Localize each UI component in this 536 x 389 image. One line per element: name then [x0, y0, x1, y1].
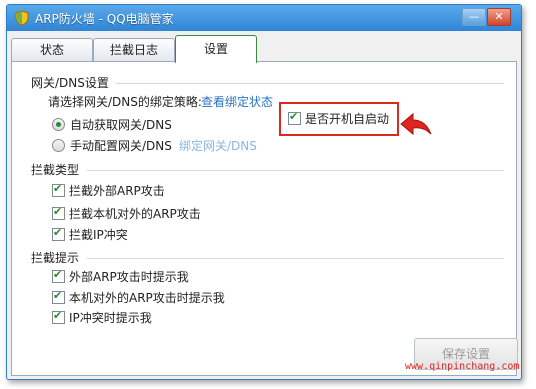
checkbox-autostart-label: 是否开机自启动: [305, 112, 390, 126]
radio-manual-gateway-label: 手动配置网关/DNS: [70, 139, 172, 153]
close-button[interactable]: ✕: [487, 8, 511, 26]
title-bar: ARP防火墙 - QQ电脑管家 — ✕: [7, 5, 521, 31]
checkbox-block-ip-conflict-label: 拦截IP冲突: [69, 228, 128, 242]
intercept-heading: 拦截类型: [31, 163, 80, 177]
notify-heading: 拦截提示: [31, 251, 80, 265]
view-binding-status-link[interactable]: 查看绑定状态: [201, 93, 273, 110]
checkbox-autostart[interactable]: [288, 110, 301, 125]
gateway-heading: 网关/DNS设置: [31, 76, 109, 90]
radio-auto-gateway[interactable]: [52, 118, 65, 131]
checkbox-notify-outgoing-arp-label: 本机对外的ARP攻击时提示我: [69, 291, 225, 305]
checkbox-block-outgoing-arp[interactable]: [52, 205, 65, 220]
checkbox-block-external-arp-label: 拦截外部ARP攻击: [69, 184, 165, 198]
app-window: ARP防火墙 - QQ电脑管家 — ✕ 状态 拦截日志 设置 网关/DNS设置 …: [6, 4, 522, 380]
checkbox-block-ip-conflict[interactable]: [52, 226, 65, 241]
window-title: ARP防火墙 - QQ电脑管家: [35, 12, 174, 26]
checkbox-block-outgoing-arp-label: 拦截本机对外的ARP攻击: [69, 207, 201, 221]
red-arrow-icon: [400, 112, 432, 136]
radio-auto-gateway-label: 自动获取网关/DNS: [70, 118, 172, 132]
tab-intercept-log[interactable]: 拦截日志: [93, 38, 175, 61]
checkbox-notify-outgoing-arp[interactable]: [52, 289, 65, 304]
checkbox-notify-ip-conflict[interactable]: [52, 309, 65, 324]
bind-gateway-link[interactable]: 绑定网关/DNS: [179, 137, 257, 154]
checkbox-notify-ip-conflict-label: IP冲突时提示我: [69, 311, 152, 325]
tab-status[interactable]: 状态: [11, 38, 93, 61]
radio-manual-gateway[interactable]: [52, 139, 65, 152]
tab-bar: 状态 拦截日志 设置: [7, 35, 521, 63]
gateway-prompt: 请选择网关/DNS的绑定策略:: [48, 95, 202, 109]
checkbox-notify-external-arp[interactable]: [52, 268, 65, 283]
divider: [87, 170, 504, 171]
shield-icon: [15, 10, 29, 26]
settings-panel: 网关/DNS设置 请选择网关/DNS的绑定策略: 查看绑定状态 自动获取网关/D…: [11, 61, 517, 376]
checkbox-block-external-arp[interactable]: [52, 182, 65, 197]
divider: [116, 83, 504, 84]
watermark: www.qinpinchang.com: [405, 361, 520, 372]
tab-settings[interactable]: 设置: [175, 35, 257, 63]
checkbox-notify-external-arp-label: 外部ARP攻击时提示我: [69, 270, 189, 284]
divider: [87, 258, 504, 259]
minimize-button[interactable]: —: [462, 8, 486, 26]
